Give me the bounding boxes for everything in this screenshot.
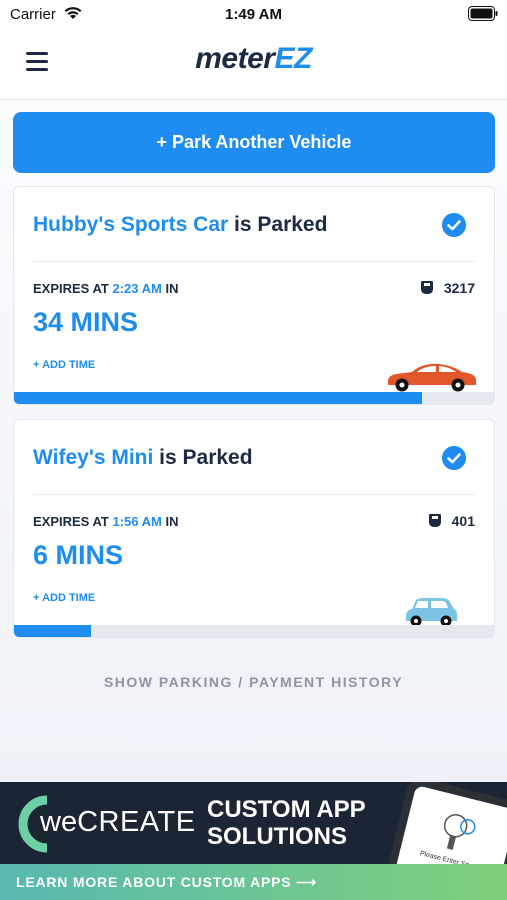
time-remaining: 34 MINS bbox=[33, 307, 139, 337]
parking-space: 401 bbox=[428, 513, 475, 529]
ad-headline: CUSTOM APP SOLUTIONS bbox=[207, 796, 366, 850]
add-time-button[interactable]: + ADD TIME bbox=[33, 359, 95, 371]
vehicle-name[interactable]: Wifey's Mini bbox=[33, 446, 153, 469]
space-number: 401 bbox=[451, 513, 475, 529]
divider bbox=[33, 261, 475, 262]
vehicle-title: Hubby's Sports Car is Parked bbox=[33, 213, 328, 236]
sports-car-icon bbox=[387, 363, 476, 392]
mini-car-icon bbox=[405, 598, 457, 627]
park-another-vehicle-button[interactable]: + Park Another Vehicle bbox=[13, 112, 495, 173]
time-remaining: 6 MINS bbox=[33, 540, 124, 570]
progress-fill bbox=[14, 625, 91, 637]
expires-label: EXPIRES AT 1:56 AM IN bbox=[33, 514, 179, 529]
battery-icon bbox=[468, 6, 498, 21]
parking-space: 3217 bbox=[420, 280, 475, 296]
time-progress-bar bbox=[14, 625, 494, 637]
expires-time: 1:56 AM bbox=[112, 514, 162, 529]
status-bar: Carrier 1:49 AM bbox=[0, 0, 507, 28]
parking-meter-icon bbox=[428, 514, 441, 527]
vehicle-card: Wifey's Mini is Parked EXPIRES AT 1:56 A… bbox=[13, 419, 495, 638]
clock: 1:49 AM bbox=[225, 6, 282, 23]
progress-fill bbox=[14, 392, 422, 404]
ad-brand: weCREATE bbox=[40, 806, 196, 838]
ad-banner[interactable]: weCREATE CUSTOM APP SOLUTIONS Please Ent… bbox=[0, 782, 507, 900]
parking-meter-icon bbox=[420, 281, 433, 294]
add-time-button[interactable]: + ADD TIME bbox=[33, 592, 95, 604]
nav-bar: meterEZ bbox=[0, 28, 507, 100]
divider bbox=[33, 494, 475, 495]
vehicle-title: Wifey's Mini is Parked bbox=[33, 446, 253, 469]
vehicle-name[interactable]: Hubby's Sports Car bbox=[33, 213, 228, 236]
space-number: 3217 bbox=[443, 280, 475, 296]
ad-cta-button[interactable]: LEARN MORE ABOUT CUSTOM APPS ⟶ bbox=[0, 864, 507, 900]
expires-label: EXPIRES AT 2:23 AM IN bbox=[33, 281, 179, 296]
parking-history-link[interactable]: SHOW PARKING / PAYMENT HISTORY bbox=[0, 674, 507, 690]
app-logo: meterEZ bbox=[195, 42, 312, 75]
time-progress-bar bbox=[14, 392, 494, 404]
check-icon bbox=[442, 213, 466, 237]
check-icon bbox=[442, 446, 466, 470]
expires-time: 2:23 AM bbox=[112, 281, 162, 296]
main-content: + Park Another Vehicle Hubby's Sports Ca… bbox=[0, 100, 507, 782]
parking-meter-icon bbox=[443, 814, 476, 850]
vehicle-card: Hubby's Sports Car is Parked EXPIRES AT … bbox=[13, 186, 495, 405]
